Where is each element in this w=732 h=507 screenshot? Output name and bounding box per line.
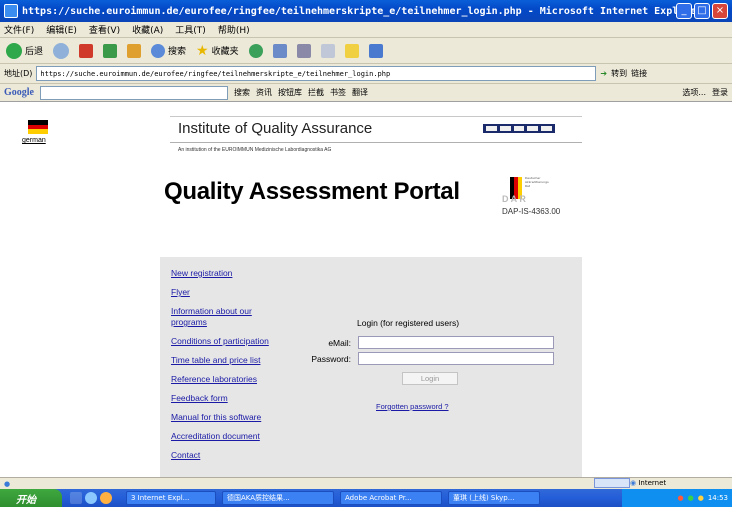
institute-subtitle: An institution of the EUROIMMUN Medizini… [178,147,332,153]
nav-conditions[interactable]: Conditions of participation [171,336,269,347]
forward-button[interactable] [53,42,70,59]
dak-accreditation-logo: D A R Deutscher Akkreditierungs Rat [502,176,549,204]
task-internet-explorer[interactable]: 3 Internet Expl... [126,491,216,505]
stop-icon[interactable] [79,43,94,58]
google-pagerank-button[interactable]: 按钮库 [278,87,302,98]
nav-flyer[interactable]: Flyer [171,287,190,298]
go-arrow-icon: ➔ [600,69,608,78]
favorites-button[interactable]: ★ 收藏夹 [196,43,239,59]
euroimmun-logo [483,124,555,133]
ie-icon [4,4,18,18]
quicklaunch-desktop-icon[interactable] [70,492,82,504]
start-button[interactable]: 开始 [0,489,62,507]
nav-feedback-form[interactable]: Feedback form [171,393,228,404]
back-arrow-icon [6,42,22,59]
language-bar[interactable] [594,478,630,488]
german-flag-icon[interactable] [28,120,48,134]
svg-text:D A R: D A R [502,194,526,204]
google-toolbar: Google 搜索 资讯 按钮库 拦截 书签 翻译 选项... 登录 [0,84,732,102]
task-adobe-acrobat[interactable]: Adobe Acrobat Pr... [340,491,442,505]
security-zone: ◉ Internet [630,479,667,487]
login-heading: Login (for registered users) [357,318,460,328]
mail-icon[interactable] [296,43,311,58]
header-divider [170,142,582,143]
header-divider [170,116,582,117]
tray-icon[interactable]: ● [698,494,704,502]
password-field[interactable] [358,352,554,365]
menu-view[interactable]: 查看(V) [89,23,120,36]
task-dak-results[interactable]: 德国AKA质控结果... [222,491,334,505]
back-button[interactable]: 后退 [6,42,43,59]
google-search-input[interactable] [40,85,228,100]
go-button[interactable]: 转到 [611,68,627,79]
system-tray: ● ● ● 14:53 [622,489,732,507]
print-icon[interactable] [320,43,335,58]
google-news-button[interactable]: 资讯 [256,87,272,98]
window-titlebar: https://suche.euroimmun.de/eurofee/ringf… [0,0,732,22]
links-button[interactable]: 链接 [631,68,647,79]
login-button[interactable]: Login [402,372,458,385]
minimize-button[interactable]: _ [676,3,692,19]
quicklaunch-media-icon[interactable] [100,492,112,504]
folder-icon[interactable] [344,43,359,58]
menu-bar: 文件(F) 编辑(E) 查看(V) 收藏(A) 工具(T) 帮助(H) [0,22,732,38]
main-panel [160,257,582,477]
nav-reference-labs[interactable]: Reference laboratories [171,374,257,385]
menu-edit[interactable]: 编辑(E) [46,23,77,36]
google-bookmarks-button[interactable]: 书签 [330,87,346,98]
accreditation-code: DAP-IS-4363.00 [502,207,561,216]
star-icon: ★ [196,42,209,59]
forgot-password-link[interactable]: Forgotten password ? [376,402,449,411]
google-signin-button[interactable]: 登录 [712,87,728,98]
clock: 14:53 [707,494,728,502]
menu-help[interactable]: 帮助(H) [218,23,250,36]
search-icon [151,43,166,58]
close-button[interactable]: × [712,3,728,19]
nav-accreditation-document[interactable]: Accreditation document [171,431,260,442]
menu-file[interactable]: 文件(F) [4,23,34,36]
refresh-icon[interactable] [103,43,118,58]
tray-icon[interactable]: ● [688,494,694,502]
email-label: eMail: [328,338,351,348]
google-translate-button[interactable]: 翻译 [352,87,368,98]
menu-tools[interactable]: 工具(T) [175,23,206,36]
page-title: Quality Assessment Portal [164,178,460,205]
maximize-button[interactable]: □ [694,3,710,19]
menu-favorites[interactable]: 收藏(A) [132,23,163,36]
password-label: Password: [311,354,351,364]
quicklaunch-ie-icon[interactable] [85,492,97,504]
window-title: https://suche.euroimmun.de/eurofee/ringf… [22,5,703,17]
address-input[interactable]: https://suche.euroimmun.de/eurofee/ringf… [36,66,597,81]
email-field[interactable] [358,336,554,349]
nav-new-registration[interactable]: New registration [171,268,232,279]
google-popup-blocker[interactable]: 拦截 [308,87,324,98]
standard-toolbar: 后退 搜索 ★ 收藏夹 [0,38,732,64]
history-icon[interactable] [272,43,287,58]
search-button[interactable]: 搜索 [151,43,186,58]
address-bar: 地址(D) https://suche.euroimmun.de/eurofee… [0,64,732,84]
address-label: 地址(D) [4,69,33,78]
tray-icon[interactable]: ● [677,494,683,502]
task-skype[interactable]: 董琪 (上线) Skyp... [448,491,540,505]
institute-title: Institute of Quality Assurance [178,120,373,137]
nav-timetable-price[interactable]: Time table and price list [171,355,260,366]
messenger-icon[interactable] [368,43,383,58]
google-logo: Google [4,87,34,98]
nav-information-programs[interactable]: Information about our programs [171,306,271,328]
taskbar: 开始 3 Internet Expl... 德国AKA质控结果... Adobe… [0,489,732,507]
media-icon[interactable] [248,43,263,58]
nav-contact[interactable]: Contact [171,450,200,461]
language-link[interactable]: german [22,137,46,144]
google-options-button[interactable]: 选项... [682,87,706,98]
home-icon[interactable] [127,43,142,58]
globe-icon: ◉ [630,479,637,487]
nav-manual[interactable]: Manual for this software [171,412,261,423]
page-icon: ● [4,479,11,488]
google-search-button[interactable]: 搜索 [234,87,250,98]
